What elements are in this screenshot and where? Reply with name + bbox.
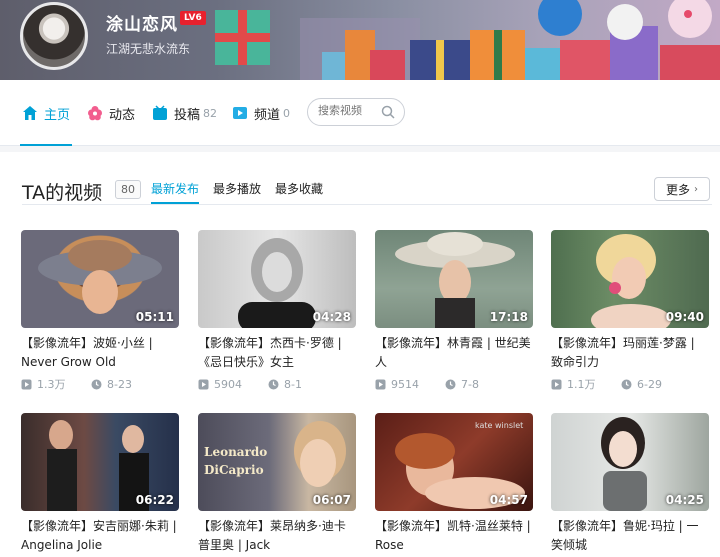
video-card[interactable]: 06:22 【影像流年】安吉丽娜·朱莉 | Angelina Jolie [21, 413, 179, 555]
video-meta: 1.1万 6-29 [551, 376, 709, 392]
play-count: 9514 [391, 377, 419, 391]
clock-icon [621, 379, 632, 389]
chevron-right-icon: › [694, 183, 698, 195]
video-thumbnail[interactable]: 04:28 [198, 230, 356, 328]
video-card[interactable]: 04:28 【影像流年】杰西卡·罗德 | 《忌日快乐》女主 5904 8-1 [198, 230, 356, 392]
video-title[interactable]: 【影像流年】玛丽莲·梦露 | 致命引力 [551, 334, 709, 372]
tab-active-indicator [151, 202, 199, 204]
video-duration: 17:18 [489, 310, 528, 324]
video-section: TA的视频 80 最新发布 最多播放 最多收藏 更多 › 05:11 【影像流年… [0, 152, 720, 557]
thumbnail-overlay-text: Leonardo DiCaprio [204, 445, 268, 477]
video-title[interactable]: 【影像流年】林青霞 | 世纪美人 [375, 334, 533, 372]
video-duration: 04:28 [312, 310, 351, 324]
user-signature: 江湖无悲水流东 [106, 42, 191, 56]
channel-icon [233, 107, 247, 119]
section-title: TA的视频 [22, 182, 103, 204]
video-meta: 1.3万 8-23 [21, 376, 179, 392]
upload-date: 6-29 [637, 377, 662, 391]
nav-home[interactable]: 主页 [22, 102, 70, 124]
video-meta: 5904 8-1 [198, 376, 356, 392]
video-duration: 05:11 [135, 310, 174, 324]
clock-icon [91, 379, 102, 389]
play-count: 5904 [214, 377, 242, 391]
nav-uploads-label: 投稿 [174, 107, 201, 123]
more-button[interactable]: 更多 › [654, 177, 710, 201]
video-card[interactable]: 17:18 【影像流年】林青霞 | 世纪美人 9514 7-8 [375, 230, 533, 392]
video-duration: 06:07 [312, 493, 351, 507]
nav-dynamic-label: 动态 [109, 107, 136, 123]
video-duration: 09:40 [665, 310, 704, 324]
video-card[interactable]: 05:11 【影像流年】波姬·小丝 | Never Grow Old 1.3万 … [21, 230, 179, 392]
video-count-badge: 80 [115, 180, 141, 199]
nav-active-indicator [20, 144, 72, 146]
video-duration: 04:57 [489, 493, 528, 507]
video-title[interactable]: 【影像流年】安吉丽娜·朱莉 | Angelina Jolie [21, 517, 179, 555]
play-count: 1.1万 [567, 378, 596, 391]
video-thumbnail[interactable]: 09:40 [551, 230, 709, 328]
video-thumbnail[interactable]: 06:22 [21, 413, 179, 511]
video-title[interactable]: 【影像流年】杰西卡·罗德 | 《忌日快乐》女主 [198, 334, 356, 372]
video-card[interactable]: Leonardo DiCaprio 06:07 【影像流年】莱昂纳多·迪卡普里奥… [198, 413, 356, 555]
video-thumbnail[interactable]: 05:11 [21, 230, 179, 328]
upload-icon [153, 105, 167, 120]
nav-channel[interactable]: 频道 0 [232, 102, 290, 124]
video-duration: 04:25 [665, 493, 704, 507]
play-count-icon [375, 379, 386, 389]
upload-date: 7-8 [461, 377, 479, 391]
video-title[interactable]: 【影像流年】莱昂纳多·迪卡普里奥 | Jack [198, 517, 356, 555]
tab-latest[interactable]: 最新发布 [151, 180, 199, 197]
search-icon[interactable] [381, 105, 395, 119]
video-thumbnail[interactable]: Leonardo DiCaprio 06:07 [198, 413, 356, 511]
video-title[interactable]: 【影像流年】鲁妮·玛拉 | 一笑倾城 [551, 517, 709, 555]
tab-most-played[interactable]: 最多播放 [213, 180, 261, 197]
play-count-icon [21, 379, 32, 389]
upload-date: 8-1 [284, 377, 302, 391]
clock-icon [445, 379, 456, 389]
video-card[interactable]: kate winslet 04:57 【影像流年】凯特·温丝莱特 | Rose [375, 413, 533, 555]
nav-uploads-count: 82 [203, 106, 218, 120]
nav-channel-count: 0 [283, 106, 291, 120]
tab-divider [22, 204, 712, 205]
video-thumbnail[interactable]: kate winslet 04:57 [375, 413, 533, 511]
video-thumbnail[interactable]: 17:18 [375, 230, 533, 328]
profile-nav: 主页 动态 投稿 82 频道 0 [0, 80, 720, 146]
profile-banner: 涂山恋风 LV6 江湖无悲水流东 [0, 0, 720, 80]
search-input[interactable] [318, 104, 378, 117]
tab-most-favorited[interactable]: 最多收藏 [275, 180, 323, 197]
nav-home-label: 主页 [44, 107, 71, 123]
video-card[interactable]: 09:40 【影像流年】玛丽莲·梦露 | 致命引力 1.1万 6-29 [551, 230, 709, 392]
video-search[interactable] [307, 98, 405, 126]
avatar[interactable] [20, 2, 88, 70]
video-card[interactable]: 04:25 【影像流年】鲁妮·玛拉 | 一笑倾城 [551, 413, 709, 555]
flower-icon [88, 106, 102, 121]
video-thumbnail[interactable]: 04:25 [551, 413, 709, 511]
video-meta: 9514 7-8 [375, 376, 533, 392]
level-badge: LV6 [180, 11, 206, 25]
username: 涂山恋风 [106, 15, 178, 35]
video-title[interactable]: 【影像流年】波姬·小丝 | Never Grow Old [21, 334, 179, 372]
play-count: 1.3万 [37, 378, 66, 391]
clock-icon [268, 379, 279, 389]
play-count-icon [551, 379, 562, 389]
video-title[interactable]: 【影像流年】凯特·温丝莱特 | Rose [375, 517, 533, 555]
home-icon [23, 106, 37, 120]
upload-date: 8-23 [107, 377, 132, 391]
more-button-label: 更多 [665, 182, 690, 197]
video-duration: 06:22 [135, 493, 174, 507]
nav-uploads[interactable]: 投稿 82 [152, 102, 217, 124]
nav-channel-label: 频道 [254, 107, 281, 123]
play-count-icon [198, 379, 209, 389]
thumbnail-overlay-text: kate winslet [475, 421, 524, 430]
nav-dynamic[interactable]: 动态 [87, 102, 135, 124]
